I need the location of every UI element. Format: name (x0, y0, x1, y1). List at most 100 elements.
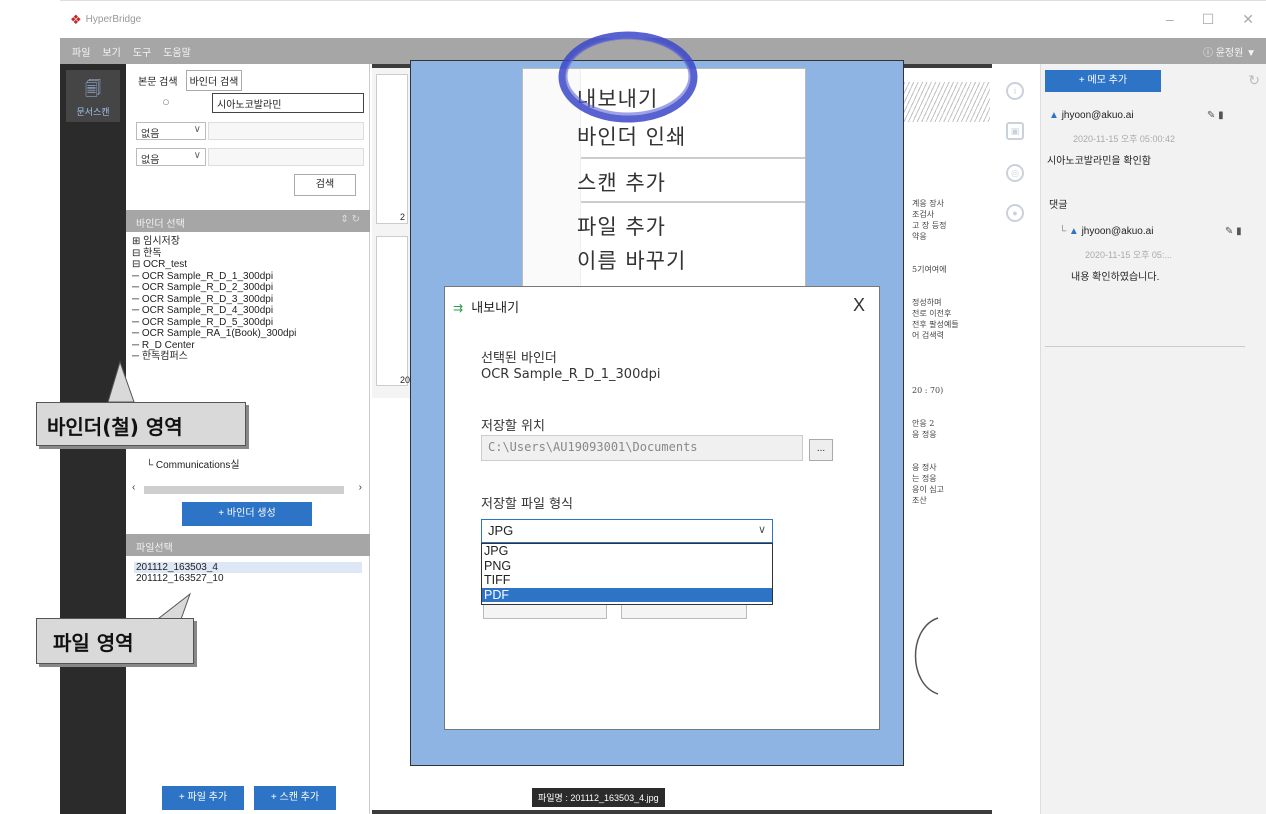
hw-line (912, 396, 959, 407)
app-logo-icon: ❖ (70, 11, 82, 27)
scroll-right-icon[interactable]: › (359, 482, 362, 493)
tree-node[interactable]: ─ OCR Sample_R_D_1_300dpi (132, 271, 368, 283)
add-file-button[interactable]: + 파일 추가 (162, 786, 244, 810)
minimize-button[interactable]: – (1166, 11, 1174, 28)
selected-binder-label: 선택된 바인더 (481, 351, 557, 366)
window-controls: – ☐ ✕ (1166, 11, 1254, 28)
refresh-icon[interactable]: ⇕ ↻ (340, 214, 360, 225)
option-tiff[interactable]: TIFF (482, 573, 772, 588)
memo-author: ▲ jhyoon@akuo.ai (1049, 110, 1134, 121)
maximize-button[interactable]: ☐ (1202, 11, 1215, 28)
menu-help[interactable]: 도움말 (163, 44, 191, 59)
scroll-left-icon[interactable]: ‹ (132, 482, 135, 493)
menu-tools[interactable]: 도구 (133, 44, 151, 59)
app-title: HyperBridge (85, 14, 142, 25)
hw-line: 응이 심고 (912, 485, 944, 494)
chevron-down-icon: ∨ (193, 124, 201, 135)
scroll-thumb[interactable] (144, 486, 344, 494)
menu-item-add-scan[interactable]: 스캔 추가 (577, 167, 666, 197)
close-window-button[interactable]: ✕ (1242, 11, 1254, 28)
settings-icon[interactable]: ◎ (1006, 164, 1024, 182)
menu-separator (581, 157, 805, 159)
option-pdf[interactable]: PDF (482, 587, 772, 602)
tree-node[interactable]: ─ OCR Sample_R_D_5_300dpi (132, 317, 368, 329)
lock-icon[interactable]: ▣ (1006, 122, 1024, 140)
tree-node[interactable]: └ Communications실 (146, 456, 240, 471)
file-area-callout: 파일 영역 (36, 618, 194, 664)
filter-input-1[interactable] (208, 122, 364, 140)
thumbnail[interactable] (376, 236, 408, 386)
section-title: 바인더 선택 (136, 219, 185, 230)
section-title: 파일선택 (136, 543, 173, 554)
hw-line: 전로 이전후 (912, 309, 952, 318)
tree-node[interactable]: ⊞ 임시저장 (132, 236, 368, 248)
export-icon: ⇉ (453, 301, 464, 315)
tree-node[interactable]: ─ OCR Sample_RA_1(Book)_300dpi (132, 328, 368, 340)
hw-line (912, 253, 959, 264)
file-section-header: 파일선택 (126, 534, 370, 556)
thumbnail-number: 20 (400, 375, 411, 385)
hw-line: 전후 팔성예들 (912, 320, 959, 329)
menu-item-add-file[interactable]: 파일 추가 (577, 211, 666, 241)
reply-icon: └ (1059, 226, 1067, 237)
comment-text: 내용 확인하였습니다. (1071, 272, 1160, 283)
list-item[interactable]: 201112_163503_4 (134, 562, 362, 573)
tree-node[interactable]: ─ OCR Sample_R_D_3_300dpi (132, 294, 368, 306)
browse-button[interactable]: ... (809, 439, 833, 461)
highlight-circle (558, 31, 698, 123)
handwriting-scribble (900, 82, 990, 122)
tree-node[interactable]: ─ 한독컴퍼스 (132, 351, 368, 363)
record-icon[interactable]: ● (1006, 204, 1024, 222)
location-field[interactable]: C:\Users\AU19093001\Documents (481, 435, 803, 461)
divider (1045, 346, 1245, 347)
menu-item-rename[interactable]: 이름 바꾸기 (577, 245, 686, 275)
hw-line (912, 242, 959, 253)
search-button[interactable]: 검색 (294, 174, 356, 196)
search-input[interactable]: 시아노코발라민 (212, 93, 364, 113)
format-dropdown: JPG PNG TIFF PDF (481, 543, 773, 605)
search-icon[interactable]: ○ (162, 94, 170, 109)
create-binder-button[interactable]: + 바인더 생성 (182, 502, 312, 526)
hw-line: 는 정응 (912, 474, 937, 483)
user-menu[interactable]: ⓘ 윤정원 ▼ (1203, 44, 1256, 59)
filter-row-1: 없음 ∨ (134, 122, 364, 142)
close-icon[interactable]: X (853, 295, 865, 316)
viewer-tools: i ▣ ◎ ● (996, 64, 1038, 814)
edit-icon[interactable]: ✎ ▮ (1207, 110, 1224, 121)
menu-view[interactable]: 보기 (102, 44, 120, 59)
tree-node[interactable]: ─ R_D Center (132, 340, 368, 352)
filter-input-2[interactable] (208, 148, 364, 166)
document-icon: 🗐 (85, 81, 101, 98)
tree-node[interactable]: ⊟ OCR_test (132, 259, 368, 271)
thumbnail-strip: 2 20 (372, 68, 412, 398)
filter-select-2[interactable]: 없음 ∨ (136, 148, 206, 166)
menu-file[interactable]: 파일 (72, 44, 90, 59)
format-select[interactable]: JPG ∨ (481, 519, 773, 543)
tree-node[interactable]: ─ OCR Sample_R_D_2_300dpi (132, 282, 368, 294)
thumbnail[interactable] (376, 74, 408, 224)
add-memo-button[interactable]: + 메모 추가 (1045, 70, 1161, 92)
tree-node[interactable]: ⊟ 한독 (132, 248, 368, 260)
tab-binder-search[interactable]: 바인더 검색 (185, 70, 243, 91)
tree-node[interactable]: ─ OCR Sample_R_D_4_300dpi (132, 305, 368, 317)
tab-content-search[interactable]: 본문 검색 (134, 70, 182, 91)
hw-line: 20 : 70) (912, 386, 944, 395)
hw-line (912, 407, 959, 418)
add-scan-button[interactable]: + 스캔 추가 (254, 786, 336, 810)
nav-document-scan[interactable]: 🗐 문서스캔 (66, 70, 120, 122)
option-png[interactable]: PNG (482, 559, 772, 574)
list-item[interactable]: 201112_163527_10 (134, 573, 362, 584)
hw-line (912, 363, 959, 374)
filter-select-1[interactable]: 없음 ∨ (136, 122, 206, 140)
info-icon[interactable]: i (1006, 82, 1024, 100)
hw-line: 조검사 (912, 210, 935, 219)
search-row: ○ 시아노코발라민 (134, 92, 364, 114)
refresh-icon[interactable]: ↻ (1248, 72, 1260, 89)
file-list: 201112_163503_4 201112_163527_10 (134, 562, 362, 584)
dialog-title: ⇉ 내보내기 (453, 297, 519, 316)
filename-label: 파일명 : 201112_163503_4.jpg (532, 788, 665, 807)
option-jpg[interactable]: JPG (482, 544, 772, 559)
edit-icon[interactable]: ✎ ▮ (1225, 226, 1242, 237)
hw-line (912, 451, 959, 462)
tree-scrollbar[interactable]: ‹ › (130, 482, 366, 496)
